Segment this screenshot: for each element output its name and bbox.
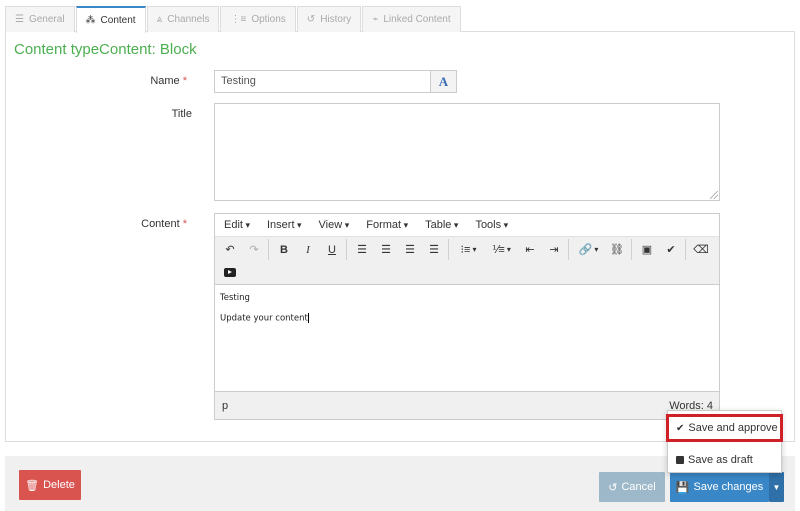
trash-icon: 🗑	[25, 479, 40, 492]
options-icon: ⋮≡	[230, 14, 247, 25]
align-justify-icon[interactable]: ☰	[422, 239, 446, 260]
tab-content-label: Content	[100, 15, 136, 26]
title-textarea[interactable]	[214, 103, 720, 201]
save-as-draft-item[interactable]: Save as draft	[668, 448, 781, 472]
tab-history[interactable]: ↺ History	[296, 6, 362, 32]
translate-addon-button[interactable]: A	[430, 70, 457, 93]
undo-icon[interactable]: ↶	[218, 239, 242, 260]
save-and-approve-item[interactable]: ✔ Save and approve	[666, 414, 783, 442]
editor-toolbar: ↶ ↷ B I U ☰ ☰ ☰ ☰ ⁝≡ ▾ ⅟≡ ▾ ⇤ ⇥ 🔗 ▾ ⛓ ▣ …	[215, 237, 719, 284]
indent-icon[interactable]: ⇥	[542, 239, 566, 260]
menu-insert[interactable]: Insert	[261, 219, 308, 231]
menu-tools[interactable]: Tools	[469, 219, 514, 231]
unlink-icon[interactable]: ⛓	[605, 239, 629, 260]
outdent-icon[interactable]: ⇤	[518, 239, 542, 260]
cancel-button[interactable]: ↺ Cancel	[599, 472, 665, 502]
content-label: Content *	[141, 218, 187, 230]
menu-table[interactable]: Table	[419, 219, 464, 231]
numbered-list-icon[interactable]: ⅟≡ ▾	[485, 239, 518, 260]
tab-linked-content[interactable]: ⌁ Linked Content	[362, 6, 461, 32]
name-input[interactable]: Testing	[214, 70, 430, 93]
content-panel: Content typeContent: Block Name * Testin…	[5, 32, 795, 442]
floppy-icon: 💾	[675, 481, 690, 494]
required-marker: *	[182, 75, 187, 87]
tab-options-label: Options	[251, 14, 286, 25]
align-right-icon[interactable]: ☰	[398, 239, 422, 260]
bold-icon[interactable]: B	[272, 239, 296, 260]
name-label: Name *	[150, 75, 187, 87]
editor-line: Testing	[220, 293, 250, 303]
editor-content-area[interactable]: Testing Update your content	[215, 284, 719, 392]
underline-icon[interactable]: U	[320, 239, 344, 260]
editor-statusbar: p Words: 4	[215, 393, 719, 419]
bullet-list-icon[interactable]: ⁝≡ ▾	[452, 239, 485, 260]
text-caret	[307, 313, 309, 323]
page-title: Content typeContent: Block	[14, 41, 197, 58]
image-icon[interactable]: ▣	[635, 239, 659, 260]
check-icon: ✔	[676, 422, 685, 434]
rich-text-editor: Edit Insert View Format Table Tools ↶ ↷ …	[214, 213, 720, 420]
tab-channels-label: Channels	[167, 14, 210, 25]
save-options-toggle[interactable]: ▼	[769, 472, 784, 502]
delete-button[interactable]: 🗑 Delete	[19, 470, 81, 500]
tab-options[interactable]: ⋮≡ Options	[220, 6, 296, 32]
edit-square-icon	[676, 456, 684, 464]
channels-icon: ⩓	[156, 14, 163, 25]
title-label: Title	[171, 108, 192, 120]
editor-menubar: Edit Insert View Format Table Tools	[215, 214, 719, 237]
history-icon: ↺	[306, 14, 316, 25]
editor-line: Update your content	[220, 313, 309, 324]
tab-linked-content-label: Linked Content	[383, 14, 451, 25]
cubes-icon: ⁂	[85, 15, 96, 26]
save-changes-button[interactable]: 💾 Save changes	[670, 472, 769, 502]
element-path[interactable]: p	[222, 400, 228, 412]
tab-history-label: History	[320, 14, 352, 25]
align-left-icon[interactable]: ☰	[350, 239, 374, 260]
menu-view[interactable]: View	[313, 219, 356, 231]
align-center-icon[interactable]: ☰	[374, 239, 398, 260]
link-icon[interactable]: 🔗 ▾	[572, 239, 605, 260]
tab-content[interactable]: ⁂ Content	[75, 6, 146, 33]
eraser-icon[interactable]: ⌫	[689, 239, 713, 260]
resize-handle[interactable]	[710, 191, 718, 199]
tab-general-label: General	[28, 14, 65, 25]
italic-icon[interactable]: I	[296, 239, 320, 260]
spellcheck-icon[interactable]: ✔	[659, 239, 683, 260]
caret-down-icon: ▼	[772, 482, 781, 492]
tab-channels[interactable]: ⩓ Channels	[146, 6, 220, 32]
sliders-icon: ☰	[15, 14, 24, 25]
menu-edit[interactable]: Edit	[218, 219, 256, 231]
tab-bar: ☰ General ⁂ Content ⩓ Channels ⋮≡ Option…	[5, 6, 795, 33]
youtube-icon[interactable]	[218, 262, 242, 283]
required-marker: *	[182, 218, 187, 230]
menu-format[interactable]: Format	[360, 219, 414, 231]
undo-arrow-icon: ↺	[608, 481, 618, 494]
redo-icon[interactable]: ↷	[242, 239, 266, 260]
tab-general[interactable]: ☰ General	[5, 6, 75, 32]
save-options-menu: ✔ Save and approve Save as draft	[666, 410, 783, 473]
link-icon: ⌁	[372, 14, 379, 25]
